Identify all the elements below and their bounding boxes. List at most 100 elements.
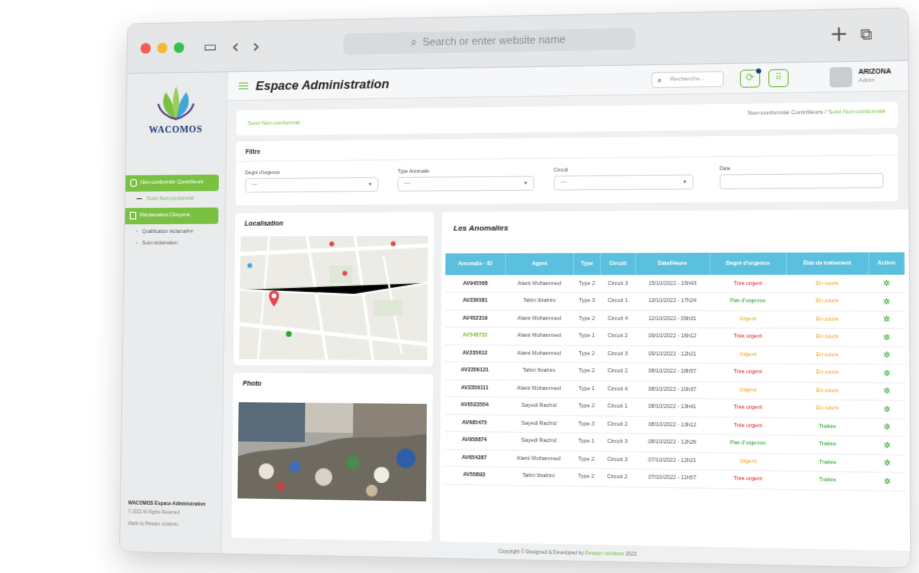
col-header[interactable]: Date/Heure — [635, 252, 710, 275]
sidebar-item-label: Réclamation Citoyens — [139, 212, 190, 219]
table-row[interactable]: AV452319 Alami Mohammed Type 2 Circuit 4 12/… — [444, 309, 905, 329]
sidebar-subitem-suivi-nonconformite[interactable]: Suivi Non-conformité — [136, 196, 195, 202]
search-placeholder: Recherche... — [670, 76, 705, 83]
type-cell: Type 1 — [573, 327, 601, 346]
sidebar-subitem-qualification[interactable]: Qualification réclamation — [136, 229, 193, 235]
circuit-cell: Circuit 1 — [600, 292, 636, 311]
circuit-select[interactable]: --- — [553, 174, 694, 191]
window-controls — [140, 42, 185, 54]
wacomos-logo: WACOMOS — [143, 84, 209, 136]
col-header[interactable]: Type — [573, 253, 601, 276]
settings-gear-icon[interactable]: ✲ — [883, 297, 890, 306]
sidebar-item-nonconformite[interactable]: Non-conformité Contrôleurs — [125, 174, 219, 192]
table-row[interactable]: AV945568 Alami Mohammed Type 2 Circuit 3 15/… — [445, 274, 905, 293]
type-cell: Type 1 — [573, 380, 601, 398]
type-select[interactable]: --- — [397, 175, 535, 192]
avatar[interactable] — [829, 66, 853, 88]
circuit-cell: Circuit 3 — [600, 274, 636, 293]
settings-gear-icon[interactable]: ✲ — [883, 351, 890, 360]
urgence-cell: Pas d'urgence — [709, 434, 787, 454]
breadcrumb-path: Non-conformité Contrôleurs / Suivi Non-c… — [748, 109, 886, 117]
location-map[interactable] — [239, 235, 429, 361]
col-header[interactable]: Agent — [505, 253, 574, 276]
address-placeholder: Search or enter website name — [422, 34, 566, 49]
brand-link[interactable]: Reways solutions — [585, 551, 624, 558]
settings-gear-icon[interactable]: ✲ — [883, 387, 890, 396]
settings-gear-icon[interactable]: ✲ — [883, 405, 890, 414]
maximize-window-button[interactable] — [173, 42, 185, 54]
table-row[interactable]: AV236581 Tahiri Ibrahim Type 3 Circuit 1 13/… — [445, 292, 905, 311]
leaf-logo-icon — [154, 86, 197, 123]
filter-title: Filtre — [245, 148, 261, 156]
circuit-cell: Circuit 3 — [599, 433, 635, 452]
anomaly-id-cell: AV2356121 — [444, 361, 506, 380]
settings-gear-icon[interactable]: ✲ — [883, 423, 890, 432]
table-row[interactable]: AV548722 Alami Mohammed Type 1 Circuit 2 09/… — [444, 327, 905, 347]
sidebar-footer-title: WACOMOS Espace Administration — [128, 500, 206, 508]
urgence-cell: Pas d'urgence — [709, 292, 787, 311]
settings-gear-icon[interactable]: ✲ — [884, 459, 891, 468]
etat-cell: En cours — [786, 274, 869, 293]
sidebar-subitem-suivi-reclamation[interactable]: Suivi réclamation — [136, 241, 178, 247]
garbage-photo-image — [237, 402, 427, 502]
breadcrumb-active: Suivi Non-conformité — [827, 108, 886, 116]
col-header[interactable]: Circuit — [600, 252, 636, 275]
tabs-overview-icon[interactable]: ⧉ — [860, 23, 872, 45]
settings-gear-icon[interactable]: ✲ — [883, 369, 890, 378]
settings-gear-icon[interactable]: ✲ — [883, 441, 890, 450]
etat-cell: Traitée — [786, 417, 870, 437]
etat-cell: En cours — [786, 381, 869, 401]
close-window-button[interactable] — [140, 42, 151, 54]
etat-cell: En cours — [786, 363, 869, 383]
minimize-window-button[interactable] — [157, 42, 168, 54]
settings-gear-icon[interactable]: ✲ — [884, 477, 891, 486]
back-icon[interactable]: ‹ — [232, 35, 240, 58]
settings-gear-icon[interactable]: ✲ — [883, 315, 890, 324]
anomaly-id-cell: AV452319 — [444, 309, 506, 328]
notification-badge — [756, 68, 762, 74]
anomaly-id-cell: AV6523554 — [444, 396, 505, 415]
photo-title: Photo — [242, 380, 262, 388]
date-cell: 08/10/2022 - 18h57 — [634, 362, 710, 382]
hamburger-menu-icon[interactable] — [238, 82, 249, 90]
breadcrumb-parent-link[interactable]: Non-conformité Contrôleurs — [748, 110, 823, 117]
type-cell: Type 2 — [572, 397, 601, 416]
action-cell: ✲ — [868, 274, 905, 293]
anomaly-photo[interactable] — [237, 402, 427, 502]
type-cell: Type 2 — [573, 345, 601, 363]
localisation-card: Localisation — [233, 212, 435, 367]
type-cell: Type 3 — [572, 415, 600, 434]
urgence-cell: Urgent — [709, 310, 787, 329]
forward-icon[interactable]: › — [252, 34, 260, 57]
new-tab-icon[interactable]: + — [829, 22, 848, 47]
notifications-button[interactable]: ⟳ — [739, 68, 762, 88]
urgence-select[interactable]: --- — [244, 177, 379, 193]
date-cell: 07/10/2022 - 12h21 — [634, 451, 710, 470]
urgence-cell: Très urgent — [709, 469, 787, 489]
settings-gear-icon[interactable]: ✲ — [883, 333, 890, 342]
browser-window: ▭ ‹ › ⌕ Search or enter website name + ⧉… — [119, 7, 912, 569]
col-header[interactable]: Degré d'urgence — [709, 252, 787, 275]
anomaly-id-cell: AV236581 — [445, 292, 506, 310]
anomaly-id-cell: AV654287 — [443, 448, 505, 468]
circuit-cell: Circuit 4 — [600, 310, 636, 328]
anomaly-id-cell: AV235612 — [444, 344, 506, 363]
col-header[interactable]: État de traitement — [786, 252, 869, 275]
main-content: Espace Administration ⌕ Recherche... ⟳ ⠿… — [222, 61, 912, 567]
search-input[interactable]: ⌕ Recherche... — [651, 71, 724, 89]
date-cell: 08/10/2022 - 13h12 — [634, 415, 710, 435]
apps-button[interactable]: ⠿ — [768, 68, 789, 88]
col-header[interactable]: Action — [868, 252, 905, 275]
col-header[interactable]: Anomalie - ID — [445, 253, 506, 276]
filter-label-urgence: Degré d'urgence — [245, 170, 280, 177]
sidebar-toggle-icon[interactable]: ▭ — [204, 36, 218, 57]
circuit-cell: Circuit 2 — [599, 468, 635, 487]
date-cell: 12/10/2022 - 09h31 — [635, 310, 710, 328]
anomaly-id-cell: AV945568 — [445, 275, 506, 293]
sidebar-item-reclamation[interactable]: Réclamation Citoyens — [125, 207, 219, 225]
date-field[interactable] — [719, 172, 884, 190]
settings-gear-icon[interactable]: ✲ — [883, 279, 890, 288]
date-cell: 15/10/2022 - 15h43 — [635, 274, 710, 293]
address-bar[interactable]: ⌕ Search or enter website name — [343, 27, 636, 55]
circuit-cell: Circuit 2 — [600, 362, 635, 381]
